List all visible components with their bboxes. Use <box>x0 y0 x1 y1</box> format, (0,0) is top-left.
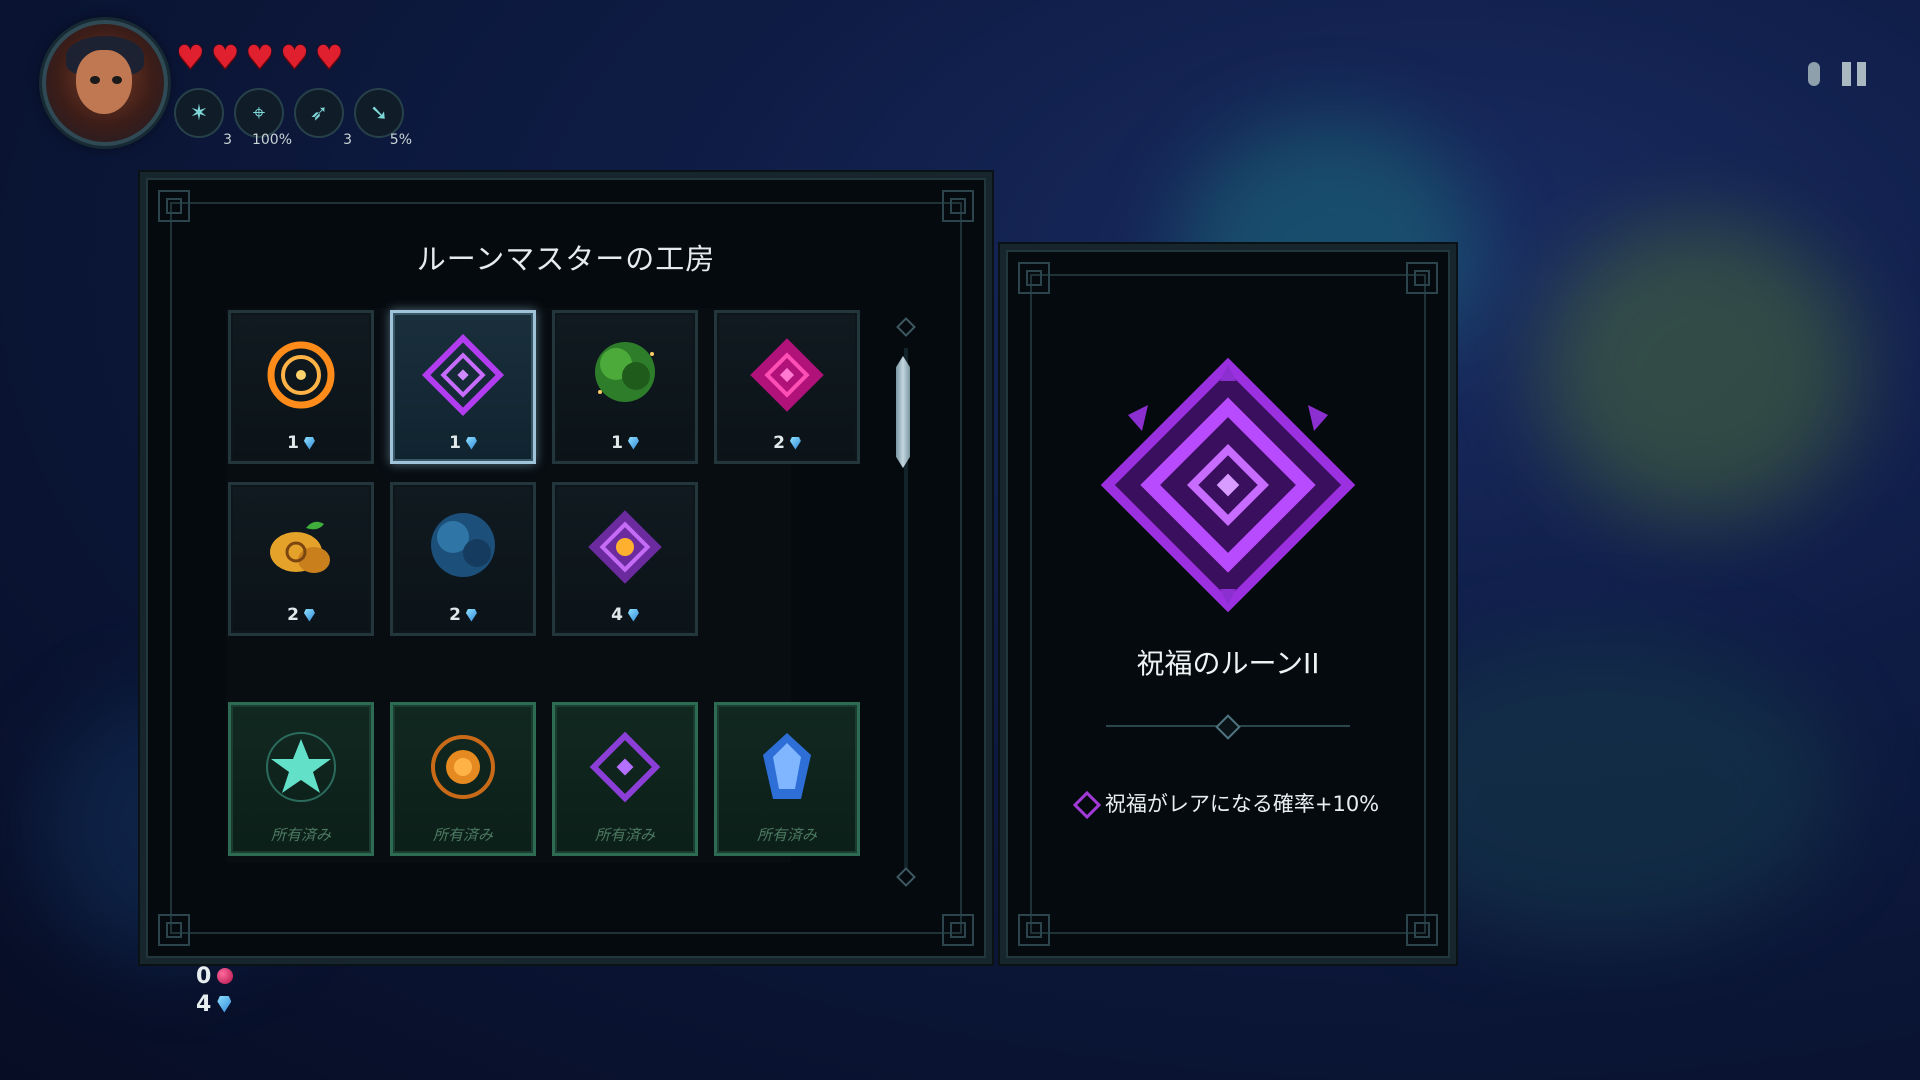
owned-rune-slot[interactable]: 所有済み <box>714 702 860 856</box>
purple-sun-rune-icon <box>588 510 662 584</box>
golden-spiral-fruit-icon <box>270 521 330 573</box>
purple-diamond-rune-icon <box>421 333 505 417</box>
shop-title: ルーンマスターの工房 <box>416 242 716 276</box>
wing-icon: ➶ 3 <box>294 88 352 148</box>
detail-panel: 祝福のルーンII 祝福がレアになる確率+10% <box>1000 244 1456 964</box>
red-orb-icon <box>217 968 234 984</box>
blessing-diamond-icon <box>1072 790 1102 820</box>
gem-icon <box>303 608 315 622</box>
heart-icon: ♥ <box>314 38 344 76</box>
detail-description: 祝福がレアになる確率+10% <box>1006 788 1450 820</box>
star-burst-icon: ✶ 3 <box>174 88 232 148</box>
gem-icon <box>789 436 801 450</box>
gem-count: 4 <box>196 991 212 1017</box>
orange-ring-rune-icon <box>267 341 335 409</box>
player-portrait <box>42 20 168 146</box>
owned-label: 所有済み <box>594 826 655 844</box>
gem-icon <box>465 608 477 622</box>
item-price: 1 <box>555 433 695 453</box>
rune-slot[interactable]: 2 <box>228 482 374 636</box>
blue-bush-icon <box>431 513 495 577</box>
orange-orb-rune-icon <box>431 735 495 799</box>
item-price: 2 <box>393 605 533 625</box>
mouse-icon <box>1808 62 1820 86</box>
gem-icon <box>303 436 315 450</box>
item-price: 1 <box>393 433 533 453</box>
heart-icon: ♥ <box>210 38 240 76</box>
gem-icon <box>627 608 639 622</box>
scrollbar-thumb[interactable] <box>896 356 910 468</box>
owned-label: 所有済み <box>270 826 331 844</box>
rune-slot[interactable]: 2 <box>390 482 536 636</box>
item-price: 2 <box>231 605 371 625</box>
cyan-star-rune-icon <box>266 732 336 802</box>
detail-item-name: 祝福のルーンII <box>1136 647 1320 680</box>
stat-value: 5% <box>389 132 412 148</box>
item-price: 1 <box>231 433 371 453</box>
rune-slot-selected[interactable]: 1 <box>390 310 536 464</box>
rune-slot[interactable]: 1 <box>552 310 698 464</box>
stat-value: 3 <box>223 132 232 148</box>
gem-icon <box>217 995 232 1013</box>
heart-icon: ♥ <box>280 38 309 76</box>
health-hearts: ♥ ♥ ♥ ♥ ♥ <box>176 41 343 73</box>
crosshair-icon: ⌖ 100% <box>234 88 292 148</box>
red-orb-count: 0 <box>196 963 212 989</box>
purple-small-diamond-rune-icon <box>589 731 661 803</box>
rune-slot[interactable]: 2 <box>714 310 860 464</box>
stat-value: 100% <box>251 132 292 148</box>
green-bush-icon <box>595 342 655 402</box>
owned-rune-slot[interactable]: 所有済み <box>228 702 374 856</box>
shop-panel: ルーンマスターの工房 1 1 1 2 2 2 4 所有済み 所有済み 所有済み … <box>140 172 992 964</box>
heart-icon: ♥ <box>245 38 275 76</box>
owned-label: 所有済み <box>756 826 817 844</box>
owned-rune-slot[interactable]: 所有済み <box>552 702 698 856</box>
pause-icon[interactable] <box>1842 62 1866 86</box>
item-price: 4 <box>555 605 695 625</box>
stat-row: ✶ 3 ⌖ 100% ➶ 3 ➘ 5% <box>174 88 412 148</box>
rune-slot[interactable]: 4 <box>552 482 698 636</box>
top-right-controls <box>1808 62 1866 86</box>
currency-display: 0 4 <box>196 962 234 1018</box>
item-price: 2 <box>717 433 857 453</box>
purple-blessing-rune-icon <box>1100 357 1356 613</box>
rune-grid: 1 1 1 2 2 2 4 所有済み 所有済み 所有済み 所有済み <box>226 308 860 863</box>
gem-icon <box>627 436 639 450</box>
arrow-hit-icon: ➘ 5% <box>354 88 412 148</box>
owned-label: 所有済み <box>432 826 493 844</box>
rune-slot[interactable]: 1 <box>228 310 374 464</box>
owned-rune-slot[interactable]: 所有済み <box>390 702 536 856</box>
stat-value: 3 <box>343 132 352 148</box>
magenta-diamond-rune-icon <box>750 338 824 412</box>
blue-crystal-rune-icon <box>763 733 811 799</box>
gem-icon <box>465 436 477 450</box>
heart-icon: ♥ <box>176 38 205 76</box>
